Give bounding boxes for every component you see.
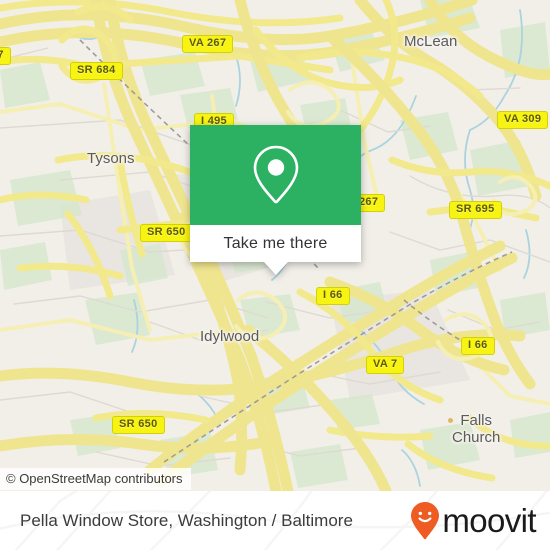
- place-title: Pella Window Store, Washington / Baltimo…: [20, 510, 353, 530]
- shield-sr-684: SR 684: [70, 62, 123, 80]
- shield-va-267: VA 267: [182, 35, 234, 53]
- shield-67: 67: [0, 47, 11, 65]
- osm-attribution-text: © OpenStreetMap contributors: [6, 471, 183, 486]
- shield-va-7: VA 7: [366, 356, 405, 374]
- popup-tail-pointer: [263, 262, 288, 275]
- shield-i-66-west: I 66: [316, 287, 350, 305]
- moovit-wordmark: moovit: [442, 502, 536, 539]
- shield-sr-695: SR 695: [449, 201, 502, 219]
- place-label-idylwood: Idylwood: [200, 328, 260, 345]
- shield-sr-650-south: SR 650: [112, 416, 165, 434]
- place-label-falls-church: Falls Church: [452, 412, 500, 446]
- map-pin-icon: [253, 145, 298, 204]
- map-canvas[interactable]: .rdC{fill:none;stroke:#f0e58f;stroke-wid…: [0, 0, 550, 491]
- place-label-tysons: Tysons: [87, 150, 135, 167]
- shield-i-66-east: I 66: [461, 337, 495, 355]
- moovit-place-map-card: .rdC{fill:none;stroke:#f0e58f;stroke-wid…: [0, 0, 550, 550]
- place-label-mclean: McLean: [404, 33, 458, 50]
- osm-attribution[interactable]: © OpenStreetMap contributors: [0, 468, 191, 490]
- place-label-falls-church-line2: Church: [452, 429, 501, 446]
- place-label-falls-church-line1: Falls: [460, 412, 493, 429]
- popup-header: [190, 125, 361, 225]
- take-me-there-label: Take me there: [223, 234, 328, 252]
- shield-va-309: VA 309: [497, 111, 549, 129]
- moovit-pin-icon: [411, 501, 440, 539]
- moovit-logo[interactable]: moovit: [410, 501, 537, 541]
- popup-action-bar[interactable]: Take me there: [190, 225, 361, 262]
- shield-sr-650-north: SR 650: [140, 224, 193, 242]
- footer-bar: Pella Window Store, Washington / Baltimo…: [0, 491, 550, 550]
- place-popup-card[interactable]: Take me there: [190, 125, 361, 275]
